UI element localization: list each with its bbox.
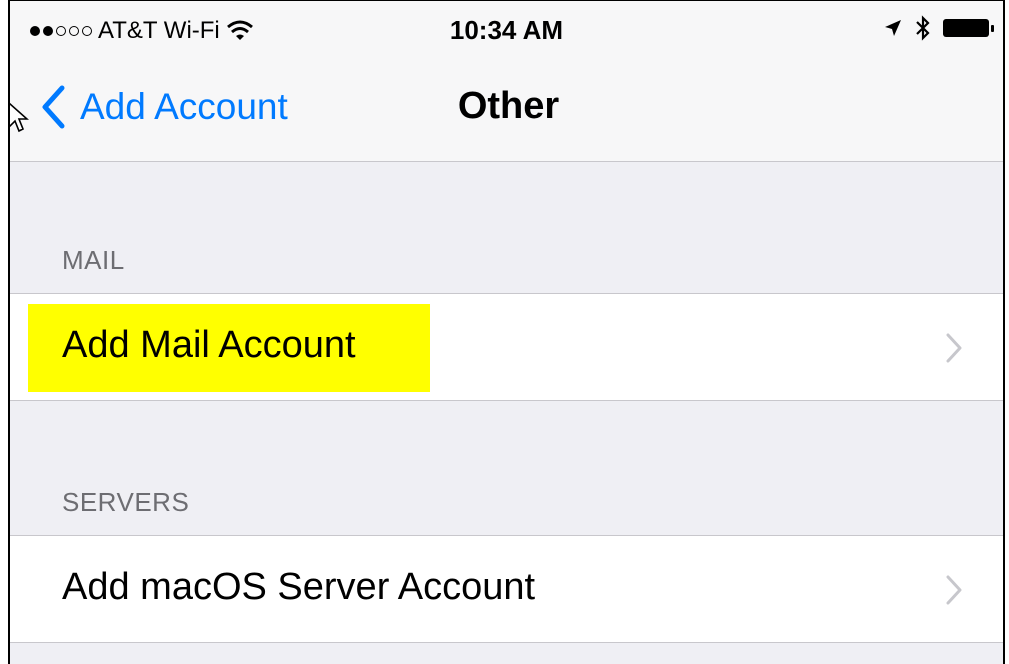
section-header-mail: MAIL <box>62 245 125 275</box>
phone-screen: AT&T Wi-Fi 10:34 AM Add Account Other MA… <box>8 0 1005 664</box>
navigation-bar: Add Account Other <box>10 61 1003 162</box>
add-mail-account-label: Add Mail Account <box>62 324 356 366</box>
add-mail-account-row[interactable]: Add Mail Account <box>10 293 1003 401</box>
page-title: Other <box>10 85 1003 128</box>
mouse-cursor-icon <box>10 102 29 133</box>
status-icons <box>883 15 994 41</box>
section-header-servers: SERVERS <box>62 487 190 517</box>
chevron-right-icon <box>946 333 962 363</box>
battery-icon <box>943 19 994 37</box>
add-macos-server-account-row[interactable]: Add macOS Server Account <box>10 535 1003 643</box>
bluetooth-icon <box>916 15 930 41</box>
chevron-right-icon <box>946 575 962 605</box>
status-bar: AT&T Wi-Fi 10:34 AM <box>10 1 1003 61</box>
location-arrow-icon <box>885 20 901 36</box>
page-title-text: Other <box>457 85 560 127</box>
status-time: 10:34 AM <box>449 15 564 45</box>
add-macos-server-account-label: Add macOS Server Account <box>62 566 536 608</box>
